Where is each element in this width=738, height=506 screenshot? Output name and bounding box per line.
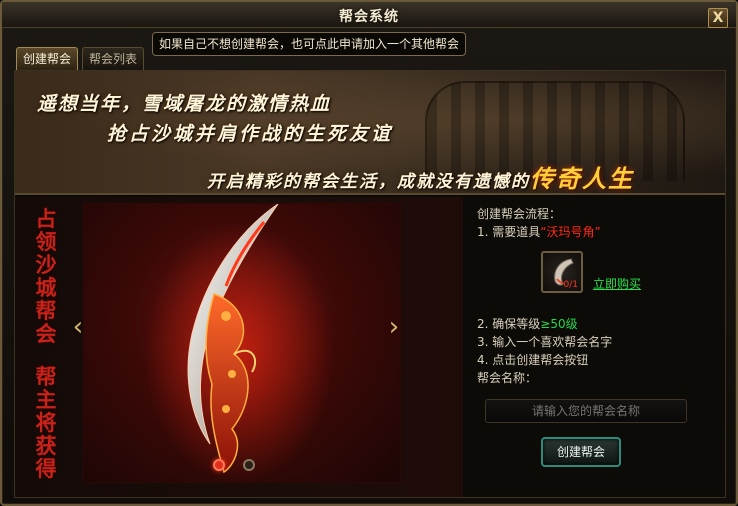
- step-1-text: 1. 需要道具: [477, 225, 541, 239]
- banner-line-2: 抢占沙城并肩作战的生死友谊: [107, 123, 394, 145]
- main-content: 遥想当年，雪域屠龙的激情热血 抢占沙城并肩作战的生死友谊 开启精彩的帮会生活，成…: [14, 70, 726, 498]
- banner-line-3: 开启精彩的帮会生活，成就没有遗憾的传奇人生: [207, 159, 634, 193]
- banner-legend-life: 传奇人生: [530, 164, 634, 193]
- guild-name-label: 帮会名称：: [477, 371, 538, 385]
- required-level: ≥50级: [540, 317, 578, 331]
- slide-dot-2[interactable]: [243, 459, 255, 471]
- reward-showcase: 占领沙城帮会 帮主将获得 ‹ ›: [15, 197, 463, 497]
- process-title: 创建帮会流程：: [477, 207, 562, 221]
- item-count: 0/1: [563, 280, 578, 290]
- tab-bar: 创建帮会 帮会列表: [16, 47, 145, 71]
- required-item-name: “沃玛号角”: [540, 225, 601, 239]
- banner-line-3-prefix: 开启精彩的帮会生活，成就没有遗憾的: [207, 172, 530, 192]
- slide-dot-1[interactable]: [213, 459, 225, 471]
- next-slide-arrow-icon[interactable]: ›: [387, 309, 401, 345]
- join-guild-tooltip: 如果自己不想创建帮会，也可点此申请加入一个其他帮会: [152, 32, 467, 56]
- create-guild-button[interactable]: 创建帮会: [541, 437, 621, 467]
- banner-image: 遥想当年，雪域屠龙的激情热血 抢占沙城并肩作战的生死友谊 开启精彩的帮会生活，成…: [15, 71, 725, 195]
- step-2-text: 2. 确保等级: [477, 317, 541, 331]
- close-button[interactable]: X: [708, 8, 728, 28]
- buy-now-link[interactable]: 立即购买: [593, 275, 641, 292]
- tab-create-guild[interactable]: 创建帮会: [16, 47, 79, 71]
- guild-system-window: 帮会系统 X 创建帮会 帮会列表 如果自己不想创建帮会，也可点此申请加入一个其他…: [0, 0, 738, 506]
- prev-slide-arrow-icon[interactable]: ‹: [71, 309, 85, 345]
- side-text-occupy-castle: 占领沙城帮会: [35, 206, 57, 346]
- banner-line-1: 遥想当年，雪域屠龙的激情热血: [37, 93, 332, 115]
- guild-name-input[interactable]: [485, 399, 687, 423]
- slide-pagination: [213, 459, 255, 471]
- step-3: 3. 输入一个喜欢帮会名字: [477, 335, 613, 349]
- side-text-leader-gets: 帮主将获得: [35, 364, 57, 481]
- step-4: 4. 点击创建帮会按钮: [477, 353, 589, 367]
- required-item-slot[interactable]: 0/1: [541, 251, 583, 293]
- reward-slide: [83, 203, 401, 484]
- window-title: 帮会系统: [339, 9, 399, 25]
- title-bar[interactable]: 帮会系统 X: [2, 2, 736, 28]
- step-2: 2. 确保等级≥50级: [477, 315, 578, 332]
- tab-guild-list[interactable]: 帮会列表: [82, 47, 145, 71]
- dragon-blade-icon: [144, 203, 334, 484]
- step-1: 1. 需要道具“沃玛号角”: [477, 223, 601, 240]
- create-guild-panel: 创建帮会流程： 1. 需要道具“沃玛号角” 0/1 立即购买 2. 确保等级≥5…: [465, 197, 725, 497]
